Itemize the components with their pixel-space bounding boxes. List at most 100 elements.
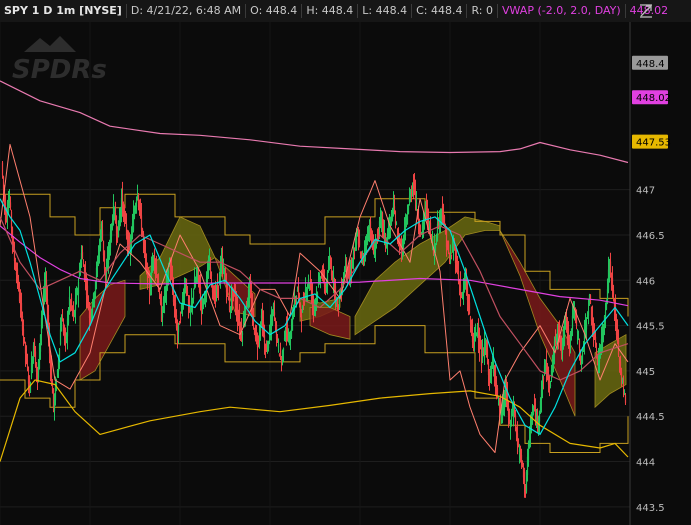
candle-body (182, 298, 185, 304)
candle-body (565, 316, 568, 322)
candle-body (39, 334, 42, 352)
candle-body (185, 278, 188, 294)
candle-body (265, 350, 268, 352)
candle-body (436, 223, 439, 238)
candle-body (192, 290, 195, 300)
high-readout: H: 448.4 (302, 4, 359, 18)
candle-body (474, 330, 477, 340)
candle-body (539, 401, 542, 410)
candle-body (609, 261, 612, 274)
candle-body (239, 326, 242, 330)
candle-body (125, 224, 128, 235)
candle-body (533, 404, 536, 407)
candle-body (178, 322, 181, 325)
candle-body (107, 254, 110, 265)
candle-body (475, 332, 478, 335)
chart-header: SPY 1 D 1m [NYSE] D: 4/21/22, 6:48 AM O:… (0, 0, 691, 22)
candle-body (508, 418, 511, 421)
candle-body (236, 307, 239, 321)
candle-body (204, 294, 207, 296)
candle-body (286, 324, 289, 332)
candle-body (40, 317, 43, 334)
candle-body (124, 214, 127, 222)
candle-body (383, 232, 386, 235)
price-tick-1: 444 (636, 458, 655, 469)
candle-body (77, 281, 80, 295)
candle-body (568, 341, 571, 349)
candle-body (287, 339, 290, 341)
candle-body (332, 275, 335, 280)
candle-body (479, 346, 482, 349)
candle-body (468, 302, 471, 314)
candle-body (86, 285, 89, 296)
candle-body (576, 331, 579, 333)
symbol-label[interactable]: SPY 1 D 1m [NYSE] (0, 4, 127, 18)
price-tag-label-1: 448.02 (636, 93, 671, 104)
candle-body (447, 244, 450, 253)
candle-body (409, 191, 412, 202)
candle-body (611, 277, 614, 286)
candle-body (11, 227, 14, 242)
candle-body (394, 220, 397, 224)
candle-body (199, 286, 202, 299)
candle-body (396, 231, 399, 233)
vwap-study-label[interactable]: VWAP (-2.0, 2.0, DAY) (498, 4, 626, 18)
candle-body (97, 255, 100, 263)
candle-body (202, 301, 205, 304)
candle-body (274, 321, 277, 323)
candle-body (490, 369, 493, 374)
candle-body (411, 186, 414, 191)
candle-body (540, 389, 543, 400)
price-chart[interactable]: SPDRs 443.5 444 444.5 445 445.5 446 446.5 447 4… (0, 22, 691, 525)
candle-body (21, 315, 24, 331)
candle-body (509, 420, 512, 428)
candle-body (541, 379, 544, 385)
candle-body (1, 162, 4, 176)
candle-body (16, 268, 19, 283)
candle-body (352, 252, 355, 258)
candle-body (277, 344, 280, 348)
price-axis[interactable]: 443.5 444 444.5 445 445.5 446 446.5 447 (636, 186, 665, 514)
candle-body (282, 348, 285, 351)
candle-body (337, 305, 340, 308)
candle-body (264, 348, 267, 350)
candle-body (81, 252, 84, 259)
candle-body (417, 217, 420, 225)
price-tick-7: 447 (636, 186, 655, 197)
candle-body (267, 342, 270, 348)
candle-body (75, 292, 78, 304)
candle-body (623, 391, 626, 394)
candle-body (554, 340, 557, 343)
candle-body (366, 234, 369, 245)
price-tags: 448.4 448.02 447.53 (632, 55, 671, 149)
candle-body (187, 298, 190, 306)
price-tag-label-0: 448.4 (636, 59, 665, 70)
candle-body (54, 384, 57, 401)
plot-area (0, 22, 630, 525)
candle-body (415, 202, 418, 204)
candle-body (139, 204, 142, 212)
candle-body (449, 255, 452, 264)
candle-body (258, 333, 261, 337)
candle-body (35, 362, 38, 372)
candle-body (330, 266, 333, 276)
candle-body (158, 292, 161, 294)
candle-body (93, 293, 96, 303)
candle-body (279, 347, 282, 358)
candle-body (363, 250, 366, 253)
candle-body (101, 230, 104, 241)
candle-body (144, 252, 147, 260)
candle-body (424, 208, 427, 212)
candle-body (17, 280, 20, 286)
candle-body (594, 336, 597, 344)
low-readout: L: 448.4 (358, 4, 413, 18)
candle-body (22, 328, 25, 336)
candle-body (336, 299, 339, 303)
candle-body (570, 328, 573, 335)
candle-body (450, 254, 453, 256)
candle-body (601, 333, 604, 348)
zoom-fit-icon[interactable] (637, 2, 655, 20)
candle-body (255, 331, 258, 338)
candle-body (291, 319, 294, 331)
candle-body (170, 268, 173, 278)
